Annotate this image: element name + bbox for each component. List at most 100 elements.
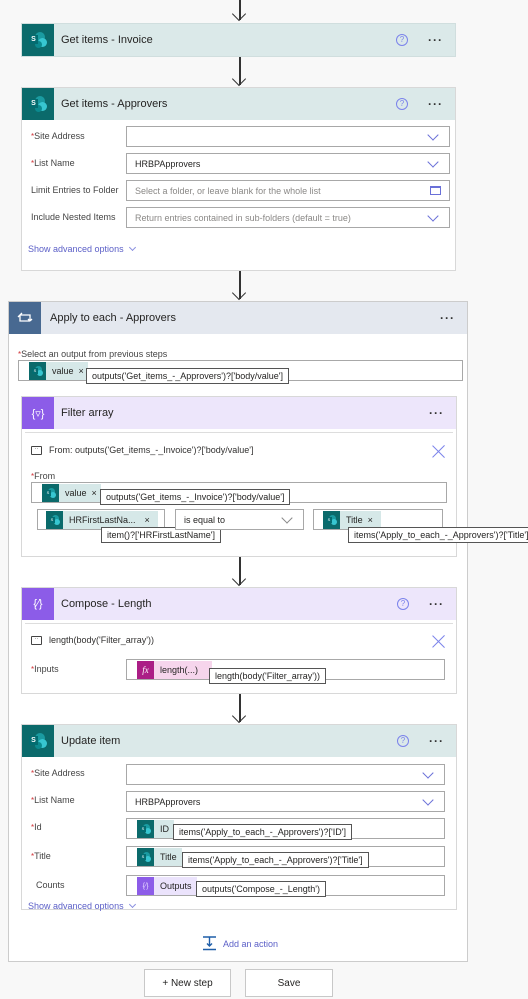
more-options-icon[interactable]: ··· [429,735,444,747]
list-name-dropdown[interactable]: HRBPApprovers [126,153,450,174]
operator-dropdown[interactable]: is equal to [175,509,304,530]
chevron-down-icon [128,900,136,909]
add-an-action-button[interactable]: Add an action [202,936,278,951]
filter-array-icon: {▿} [22,397,54,429]
save-button[interactable]: Save [245,969,333,997]
expression-token-length[interactable]: fx length(...) [137,661,213,679]
card-header[interactable]: {∕} Compose - Length ? ··· [22,588,456,620]
more-options-icon[interactable]: ··· [429,407,444,419]
inputs-label: *Inputs [31,664,59,674]
remove-token-icon[interactable]: × [368,515,381,525]
token-tooltip: items('Apply_to_each_-_Approvers')?['Tit… [348,527,528,543]
from-label: *From [31,471,56,481]
token-tooltip: outputs('Compose_-_Length') [196,881,327,897]
chevron-down-icon[interactable] [422,794,434,806]
action-card-update-item[interactable]: S Update item ? ··· *Site Address *List … [21,724,457,911]
chevron-down-icon[interactable] [281,512,293,524]
help-icon[interactable]: ? [397,598,409,610]
loop-icon [9,302,41,334]
site-address-dropdown[interactable] [126,764,445,785]
dynamic-token-outputs[interactable]: {∕} Outputs [137,877,197,895]
card-title: Filter array [61,407,114,419]
more-options-icon[interactable]: ··· [440,312,455,324]
list-name-label: *List Name [31,158,75,168]
comment-icon: ·· [31,635,42,645]
chevron-down-icon[interactable] [427,210,439,222]
compose-icon: {∕} [22,588,54,620]
card-header[interactable]: S Get items - Invoice ? ··· [22,24,455,56]
card-title: Apply to each - Approvers [50,312,176,324]
counts-label: Counts [36,880,65,890]
sharepoint-icon: S [29,362,46,380]
sharepoint-icon: S [137,820,154,838]
compose-icon: {∕} [137,877,154,895]
limit-folder-label: Limit Entries to Folder [31,185,119,195]
nested-items-dropdown[interactable]: Return entries contained in sub-folders … [126,207,450,228]
action-card-filter-array[interactable]: {▿} Filter array ··· ·· From: outputs('Ge… [21,396,528,557]
folder-icon[interactable] [430,186,441,195]
add-action-icon [203,936,216,951]
sharepoint-icon: S [46,511,63,529]
card-header[interactable]: S Update item ? ··· [22,725,456,757]
help-icon[interactable]: ? [397,735,409,747]
close-comment-icon[interactable] [432,634,446,648]
sharepoint-icon: S [42,484,59,502]
comment-note: ·· length(body('Filter_array')) [31,635,154,645]
token-tooltip: outputs('Get_items_-_Invoice')?['body/va… [100,489,291,505]
list-name-label: *List Name [31,795,75,805]
help-icon[interactable]: ? [396,98,408,110]
more-options-icon[interactable]: ··· [428,34,443,46]
token-tooltip: length(body('Filter_array')) [209,668,326,684]
card-header[interactable]: Apply to each - Approvers ··· [9,302,467,334]
site-address-label: *Site Address [31,131,85,141]
close-comment-icon[interactable] [432,444,446,458]
card-header[interactable]: S Get items - Approvers ? ··· [22,88,455,120]
site-address-label: *Site Address [31,768,85,778]
apply-to-each-container[interactable]: Apply to each - Approvers ··· *Select an… [8,301,528,962]
sharepoint-icon: S [323,511,340,529]
show-advanced-options-link[interactable]: Show advanced options [28,900,136,911]
token-tooltip: items('Apply_to_each_-_Approvers')?['ID'… [173,824,352,840]
id-label: *Id [31,822,42,832]
comment-note: ·· From: outputs('Get_items_-_Invoice')?[… [31,445,253,455]
action-card-get-items-approvers[interactable]: S Get items - Approvers ? ··· *Site Addr… [21,87,456,271]
more-options-icon[interactable]: ··· [428,98,443,110]
action-card-get-items-invoice[interactable]: S Get items - Invoice ? ··· [21,23,456,57]
action-card-compose-length[interactable]: {∕} Compose - Length ? ··· ·· length(body… [21,587,457,694]
dynamic-token-id[interactable]: S ID [137,820,174,838]
card-title: Get items - Approvers [61,98,168,110]
sharepoint-icon: S [22,88,54,120]
card-title: Get items - Invoice [61,34,153,46]
new-step-button[interactable]: + New step [144,969,231,997]
card-title: Update item [61,735,121,747]
nested-items-label: Include Nested Items [31,212,116,222]
card-header[interactable]: {▿} Filter array ··· [22,397,456,429]
more-options-icon[interactable]: ··· [429,598,444,610]
sharepoint-icon: S [22,725,54,757]
show-advanced-options-link[interactable]: Show advanced options [28,243,136,254]
chevron-down-icon[interactable] [427,156,439,168]
token-tooltip: items('Apply_to_each_-_Approvers')?['Tit… [182,852,369,868]
site-address-dropdown[interactable] [126,126,450,147]
connector-arrow [231,0,247,22]
chevron-down-icon[interactable] [427,129,439,141]
list-name-dropdown[interactable]: HRBPApprovers [126,791,445,812]
limit-folder-input[interactable]: Select a folder, or leave blank for the … [126,180,450,201]
connector-arrow [231,57,247,87]
dynamic-token-title[interactable]: S Title [137,848,182,866]
dynamic-token-value[interactable]: S value × [42,484,101,502]
function-icon: fx [137,661,154,679]
token-tooltip: outputs('Get_items_-_Approvers')?['body/… [86,368,289,384]
remove-token-icon[interactable]: × [141,515,158,525]
card-title: Compose - Length [61,598,152,610]
connector-arrow [231,557,247,587]
sharepoint-icon: S [22,24,54,56]
connector-arrow [231,271,247,301]
title-label: *Title [31,851,51,861]
sharepoint-icon: S [137,848,154,866]
help-icon[interactable]: ? [396,34,408,46]
connector-arrow [231,694,247,724]
select-output-label: *Select an output from previous steps [18,349,168,359]
chevron-down-icon[interactable] [422,767,434,779]
dynamic-token-value[interactable]: S value × [29,362,88,380]
